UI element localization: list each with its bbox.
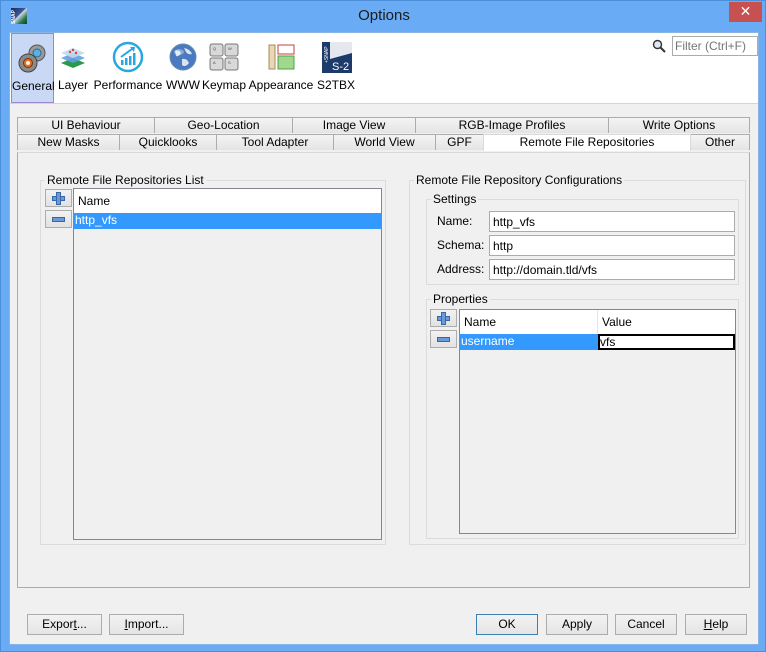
tab-remote-file-repositories[interactable]: Remote File Repositories [483, 134, 691, 151]
close-button[interactable]: ✕ [729, 2, 762, 22]
export-button[interactable]: Export... [27, 614, 102, 635]
tab-other[interactable]: Other [690, 134, 750, 150]
table-row[interactable]: username vfs [460, 334, 735, 350]
remove-property-button[interactable] [430, 330, 457, 348]
tab-image-view[interactable]: Image View [292, 117, 416, 133]
name-label: Name: [437, 214, 473, 228]
properties-group: Properties Name Value username vfs [426, 292, 739, 539]
filter-input[interactable] [672, 36, 758, 56]
tab-row-bottom: New Masks Quicklooks Tool Adapter World … [10, 134, 760, 151]
svg-text:S: S [228, 60, 231, 65]
tab-row-top: UI Behaviour Geo-Location Image View RGB… [10, 117, 760, 133]
category-label: S2TBX [316, 78, 355, 92]
category-www[interactable]: WWW [165, 33, 201, 103]
schema-label: Schema: [437, 238, 485, 252]
remote-file-repositories-panel: Remote File Repositories List Name http_… [17, 152, 750, 588]
cancel-button[interactable]: Cancel [615, 614, 677, 635]
tab-rgb-image-profiles[interactable]: RGB-Image Profiles [415, 117, 609, 133]
tab-ui-behaviour[interactable]: UI Behaviour [17, 117, 155, 133]
category-label: General [12, 79, 55, 93]
search-icon [652, 39, 666, 53]
category-label: Keymap [202, 78, 247, 92]
repository-configurations-group: Remote File Repository Configurations Se… [409, 173, 746, 545]
settings-group: Settings Name: Schema: Address: [426, 192, 739, 285]
performance-chart-icon [112, 41, 144, 73]
snap-s2-icon: S-2 +SNAP [322, 42, 352, 73]
category-s2tbx[interactable]: S-2 +SNAP S2TBX [316, 33, 356, 103]
close-icon: ✕ [739, 3, 752, 19]
category-label: Layer [57, 78, 89, 92]
property-value-editor[interactable]: vfs [598, 334, 735, 350]
gears-icon [18, 44, 45, 73]
category-appearance[interactable]: Appearance [247, 33, 315, 103]
properties-table: Name Value username vfs [459, 309, 736, 534]
options-window: SNAP Options ✕ General Layer Performance… [0, 0, 766, 652]
tab-gpf[interactable]: GPF [435, 134, 484, 150]
globe-icon [169, 43, 197, 71]
import-button[interactable]: Import... [109, 614, 184, 635]
settings-title: Settings [431, 192, 479, 206]
keyboard-keys-icon: Q W A S [209, 43, 239, 71]
svg-text:A: A [213, 60, 216, 65]
repositories-list-group: Remote File Repositories List Name http_… [40, 173, 386, 545]
category-performance[interactable]: Performance [92, 33, 164, 103]
minus-icon [52, 217, 65, 222]
repository-configurations-title: Remote File Repository Configurations [414, 173, 625, 187]
column-header-value[interactable]: Value [598, 310, 735, 334]
tab-world-view[interactable]: World View [333, 134, 436, 150]
svg-text:+SNAP: +SNAP [324, 46, 330, 63]
name-field[interactable] [489, 211, 735, 232]
address-field[interactable] [489, 259, 735, 280]
address-label: Address: [437, 262, 485, 276]
category-label: WWW [166, 78, 200, 92]
svg-text:W: W [228, 46, 232, 51]
svg-text:S-2: S-2 [332, 61, 349, 73]
add-repository-button[interactable] [45, 189, 72, 207]
title-bar[interactable]: SNAP Options ✕ [1, 1, 766, 32]
property-name-cell[interactable]: username [460, 334, 598, 350]
tab-tool-adapter[interactable]: Tool Adapter [216, 134, 334, 150]
category-layer[interactable]: Layer [55, 33, 91, 103]
category-general[interactable]: General [11, 33, 55, 103]
repository-name-cell[interactable]: http_vfs [74, 213, 381, 229]
help-button[interactable]: Help [685, 614, 747, 635]
svg-text:Q: Q [213, 46, 216, 51]
properties-title: Properties [431, 292, 490, 306]
tab-new-masks[interactable]: New Masks [17, 134, 120, 150]
repositories-list-title: Remote File Repositories List [45, 173, 206, 187]
category-label: Appearance [248, 78, 314, 92]
category-toolbar: General Layer Performance WWW Q W A S Ke… [10, 33, 758, 104]
layers-icon [61, 48, 85, 68]
window-title: Options [358, 7, 410, 24]
tab-geo-location[interactable]: Geo-Location [154, 117, 293, 133]
column-header-name[interactable]: Name [460, 310, 598, 334]
column-header-name[interactable]: Name [74, 189, 381, 213]
tab-quicklooks[interactable]: Quicklooks [119, 134, 217, 150]
repositories-table-header: Name [74, 189, 381, 213]
add-property-button[interactable] [430, 309, 457, 327]
apply-button[interactable]: Apply [546, 614, 608, 635]
remove-repository-button[interactable] [45, 210, 72, 228]
dialog-content: General Layer Performance WWW Q W A S Ke… [9, 32, 759, 645]
properties-table-header: Name Value [460, 310, 735, 334]
repositories-table: Name http_vfs [73, 188, 382, 540]
schema-field[interactable] [489, 235, 735, 256]
ok-button[interactable]: OK [476, 614, 538, 635]
minus-icon [437, 337, 450, 342]
appearance-layout-icon [268, 44, 295, 70]
category-keymap[interactable]: Q W A S Keymap [202, 33, 246, 103]
tab-write-options[interactable]: Write Options [608, 117, 750, 133]
table-row[interactable]: http_vfs [74, 213, 381, 229]
category-label: Performance [93, 78, 163, 92]
